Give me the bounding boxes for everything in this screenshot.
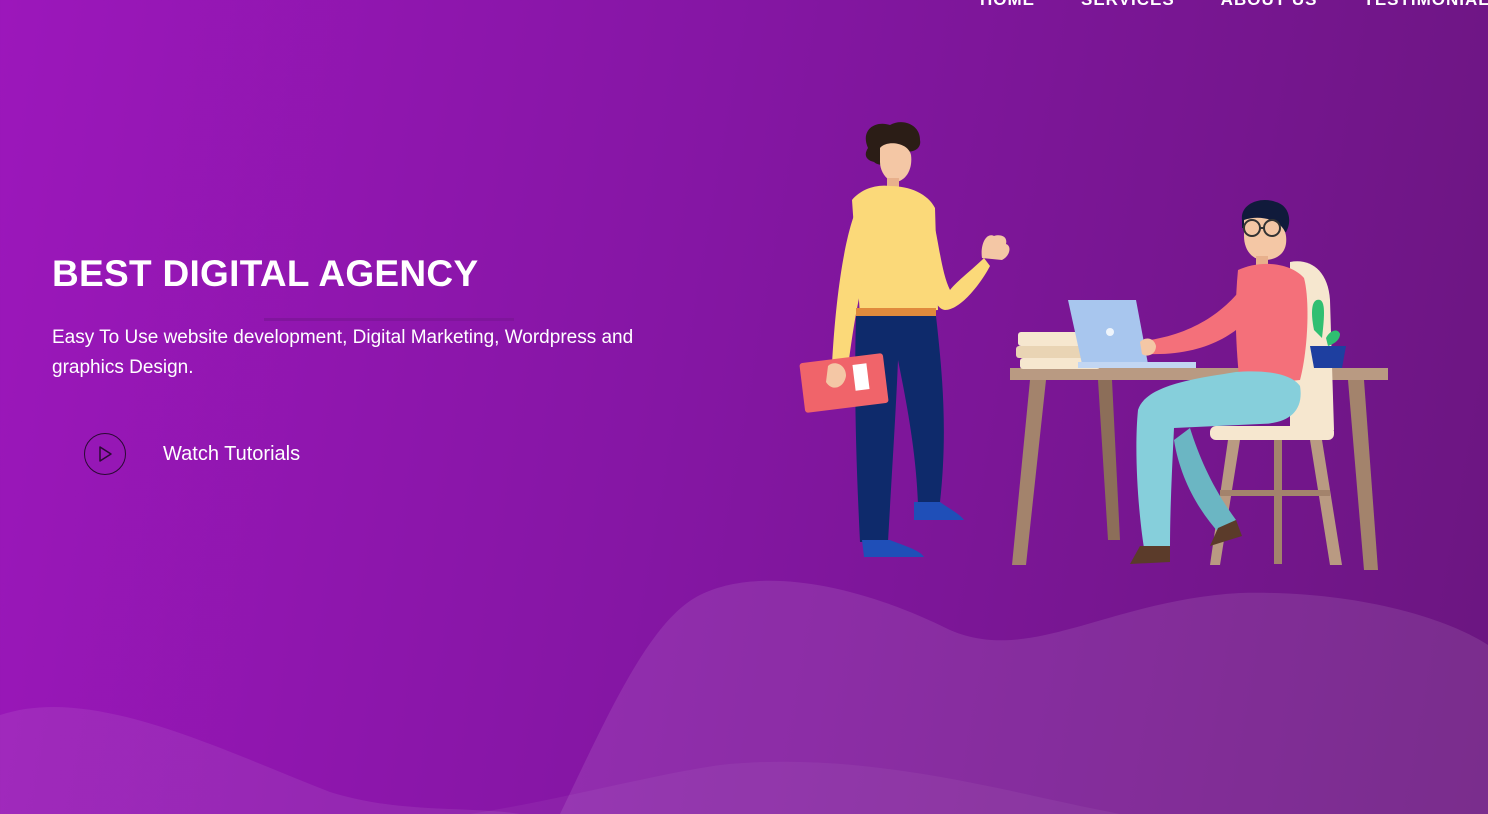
nav-about-us[interactable]: ABOUT US — [1221, 0, 1318, 12]
office-workers-illustration — [799, 122, 1388, 570]
watch-tutorials-label[interactable]: Watch Tutorials — [163, 443, 300, 466]
nav-testimonials[interactable]: TESTIMONIALS — [1363, 0, 1488, 12]
hero-title: BEST DIGITAL AGENCY — [52, 253, 479, 294]
nav-home[interactable]: HOME — [980, 0, 1035, 12]
play-circle-icon[interactable] — [84, 433, 126, 475]
main-nav: HOME SERVICES ABOUT US TESTIMONIALS — [980, 0, 1488, 12]
hero-description: Easy To Use website development, Digital… — [52, 327, 634, 378]
title-underline — [264, 318, 514, 321]
background-waves — [0, 580, 1488, 814]
nav-services[interactable]: SERVICES — [1081, 0, 1175, 12]
watch-tutorials-button[interactable]: Watch Tutorials — [84, 433, 300, 475]
standing-man-figure — [799, 122, 1010, 557]
